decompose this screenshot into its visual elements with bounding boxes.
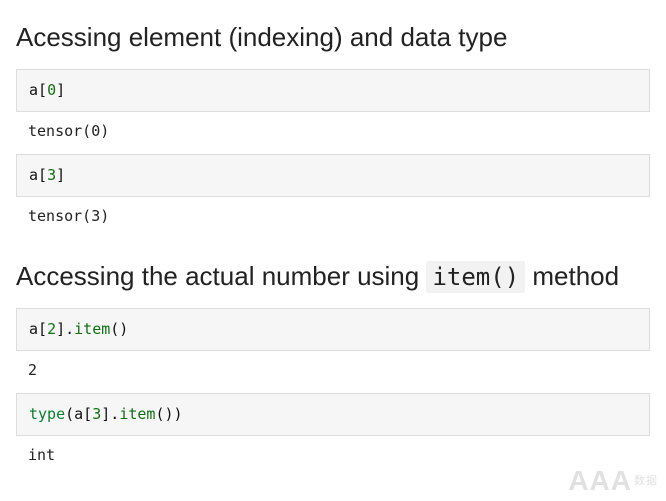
- code-cell: a[0]: [16, 69, 650, 112]
- notebook-document: Acessing element (indexing) and data typ…: [16, 20, 650, 470]
- code-cell: a[3]: [16, 154, 650, 197]
- output-cell: tensor(3): [16, 197, 650, 231]
- output-cell: int: [16, 436, 650, 470]
- code-cell: type(a[3].item()): [16, 393, 650, 436]
- watermark-sub: 数据: [634, 475, 658, 487]
- section-heading: Accessing the actual number using item()…: [16, 259, 650, 294]
- code-cell: a[2].item(): [16, 308, 650, 351]
- section-heading: Acessing element (indexing) and data typ…: [16, 20, 650, 55]
- output-cell: tensor(0): [16, 112, 650, 146]
- output-cell: 2: [16, 351, 650, 385]
